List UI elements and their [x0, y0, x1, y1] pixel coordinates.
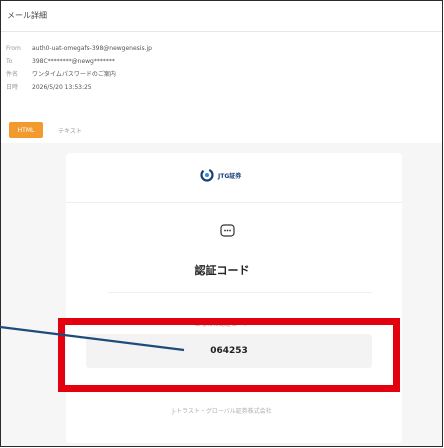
meta-to-value: 398C********@newg*******: [32, 58, 115, 65]
meta-date-value: 2026/5/20 13:53:25: [32, 84, 92, 91]
auth-code-title: 認証コード: [194, 264, 250, 277]
meta-subject-row: 件名 ワンタイムパスワードのご案内: [6, 68, 152, 81]
meta-subject-value: ワンタイムパスワードのご案内: [32, 71, 116, 78]
brand-logo-icon: [200, 168, 214, 182]
meta-from-row: From auth0-uat-omegafs-398@newgenesis.jp: [6, 42, 152, 55]
meta-to-row: To 398C********@newg*******: [6, 55, 152, 68]
meta-from-key: From: [6, 45, 21, 52]
text-view-tab[interactable]: テキスト: [48, 122, 92, 138]
highlight-box: [58, 318, 400, 392]
message-code-icon: [220, 224, 235, 237]
title-divider: [108, 292, 372, 293]
brand-name: JTG証券: [218, 172, 242, 180]
email-footer: J-トラスト・グローバル証券株式会社: [172, 408, 272, 415]
email-card: [66, 153, 402, 443]
email-meta: From auth0-uat-omegafs-398@newgenesis.jp…: [6, 42, 152, 94]
meta-date-row: 日時 2026/5/20 13:53:25: [6, 81, 152, 94]
brand-logo: JTG証券: [200, 168, 241, 182]
meta-date-key: 日時: [6, 84, 19, 91]
meta-subject-key: 件名: [6, 71, 19, 78]
window-titlebar: メール詳細: [1, 1, 442, 32]
card-divider: [66, 202, 402, 203]
window-title: メール詳細: [7, 11, 47, 20]
meta-to-key: To: [6, 58, 13, 65]
html-view-tab[interactable]: HTML: [9, 122, 43, 138]
meta-from-value: auth0-uat-omegafs-398@newgenesis.jp: [32, 45, 152, 52]
